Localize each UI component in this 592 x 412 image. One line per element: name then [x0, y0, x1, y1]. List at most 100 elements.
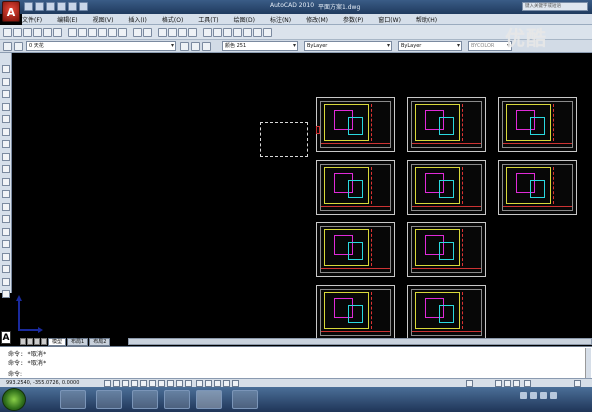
menu-item[interactable]: 编辑(E): [57, 15, 77, 24]
multiline-text-tool-icon[interactable]: [2, 290, 10, 298]
ortho-toggle[interactable]: [122, 380, 129, 387]
polygon-tool-icon[interactable]: [2, 102, 10, 111]
zoom-realtime-icon[interactable]: [168, 28, 177, 37]
make-current-icon[interactable]: [180, 42, 189, 51]
taskbar-folder-icon[interactable]: [164, 390, 190, 409]
zoom-icon[interactable]: [223, 380, 230, 387]
tab-model[interactable]: 模型: [48, 337, 67, 346]
menu-item[interactable]: 格式(O): [162, 15, 183, 24]
hatch-tool-icon[interactable]: [2, 240, 10, 248]
drawing-sheet[interactable]: [316, 285, 395, 340]
redo-icon[interactable]: [143, 28, 152, 37]
rectangle-tool-icon[interactable]: [2, 115, 10, 123]
lock-icon[interactable]: [513, 380, 520, 387]
clean-screen-icon[interactable]: [524, 380, 531, 387]
ellipse-arc-tool-icon[interactable]: [2, 190, 10, 198]
table-tool-icon[interactable]: [2, 277, 10, 286]
menu-item[interactable]: 窗口(W): [378, 15, 401, 24]
point-tool-icon[interactable]: [2, 227, 10, 236]
lineweight-dropdown[interactable]: ByLayer: [398, 41, 462, 51]
command-scrollbar[interactable]: [585, 348, 591, 378]
markup-icon[interactable]: [243, 28, 252, 37]
spline-tool-icon[interactable]: [2, 165, 10, 173]
menu-item[interactable]: 插入(I): [128, 15, 146, 24]
drawing-sheet[interactable]: [316, 222, 395, 277]
menu-item[interactable]: 标注(N): [270, 15, 291, 24]
design-center-icon[interactable]: [213, 28, 222, 37]
sheet-set-icon[interactable]: [233, 28, 242, 37]
drawing-sheet[interactable]: [407, 97, 486, 152]
help-icon[interactable]: [263, 28, 272, 37]
tab-first-icon[interactable]: [20, 338, 26, 345]
application-menu-button[interactable]: A: [2, 1, 20, 22]
open-icon[interactable]: [35, 2, 44, 11]
linetype-dropdown[interactable]: ByLayer: [304, 41, 392, 51]
tab-last-icon[interactable]: [41, 338, 47, 345]
qp-toggle[interactable]: [185, 380, 192, 387]
tray-language-icon[interactable]: [520, 392, 527, 399]
properties-icon[interactable]: [203, 28, 212, 37]
circle-tool-icon[interactable]: [2, 140, 10, 148]
line-tool-icon[interactable]: [2, 65, 10, 73]
taskbar-media-icon[interactable]: [132, 390, 158, 409]
layout-button[interactable]: [205, 380, 212, 387]
horizontal-scrollbar[interactable]: [128, 338, 592, 345]
tray-volume-icon[interactable]: [540, 392, 547, 399]
block-editor-icon[interactable]: [118, 28, 127, 37]
layer-manager-icon[interactable]: [3, 42, 12, 51]
preview-icon[interactable]: [43, 28, 52, 37]
command-input[interactable]: 命令:: [8, 369, 22, 378]
drawing-sheet[interactable]: [498, 160, 577, 215]
taskbar-ie-icon[interactable]: [60, 390, 86, 409]
make-block-tool-icon[interactable]: [2, 215, 10, 223]
workspace-icon[interactable]: [504, 380, 511, 387]
snap-toggle[interactable]: [104, 380, 111, 387]
otrack-toggle[interactable]: [149, 380, 156, 387]
save-icon[interactable]: [46, 2, 55, 11]
undo-icon[interactable]: [133, 28, 142, 37]
layer-dropdown[interactable]: 0 天花: [26, 41, 176, 51]
redo-icon[interactable]: [68, 2, 77, 11]
gradient-tool-icon[interactable]: [2, 252, 10, 261]
new-icon[interactable]: [3, 28, 12, 37]
insert-block-tool-icon[interactable]: [2, 202, 10, 211]
menu-item[interactable]: 绘图(D): [234, 15, 255, 24]
paste-icon[interactable]: [98, 28, 107, 37]
drawing-sheet[interactable]: [498, 97, 577, 152]
construction-line-tool-icon[interactable]: [2, 77, 10, 86]
cut-icon[interactable]: [78, 28, 87, 37]
drawing-sheet[interactable]: [316, 160, 395, 215]
match-properties-icon[interactable]: [108, 28, 117, 37]
taskbar-autocad-icon[interactable]: [196, 390, 222, 409]
menu-item[interactable]: 文件(F): [22, 15, 42, 24]
color-dropdown[interactable]: 颜色 251: [222, 41, 298, 51]
open-icon[interactable]: [13, 28, 22, 37]
grid-toggle[interactable]: [113, 380, 120, 387]
drawing-sheet[interactable]: [407, 160, 486, 215]
3d-print-icon[interactable]: [68, 28, 77, 37]
model-space-button[interactable]: [196, 380, 203, 387]
taskbar-app-icon[interactable]: [232, 390, 258, 409]
calculator-icon[interactable]: [253, 28, 262, 37]
tray-network-icon[interactable]: [530, 392, 537, 399]
dyn-toggle[interactable]: [167, 380, 174, 387]
undo-icon[interactable]: [57, 2, 66, 11]
pan-icon[interactable]: [214, 380, 221, 387]
region-tool-icon[interactable]: [2, 265, 10, 273]
layer-state-icon[interactable]: [14, 42, 23, 51]
status-menu-icon[interactable]: [574, 380, 581, 387]
tab-prev-icon[interactable]: [27, 338, 33, 345]
drawing-sheet[interactable]: [316, 97, 395, 152]
annotation-scale-icon[interactable]: [466, 380, 473, 387]
new-icon[interactable]: [24, 2, 33, 11]
ellipse-tool-icon[interactable]: [2, 177, 10, 186]
search-input[interactable]: 键入关键字或短语: [522, 2, 588, 11]
start-button[interactable]: [2, 388, 26, 411]
layer-match-icon[interactable]: [202, 42, 211, 51]
polar-toggle[interactable]: [131, 380, 138, 387]
save-icon[interactable]: [23, 28, 32, 37]
polyline-tool-icon[interactable]: [2, 90, 10, 98]
drawing-sheet[interactable]: [407, 222, 486, 277]
zoom-previous-icon[interactable]: [188, 28, 197, 37]
plot-icon[interactable]: [79, 2, 88, 11]
